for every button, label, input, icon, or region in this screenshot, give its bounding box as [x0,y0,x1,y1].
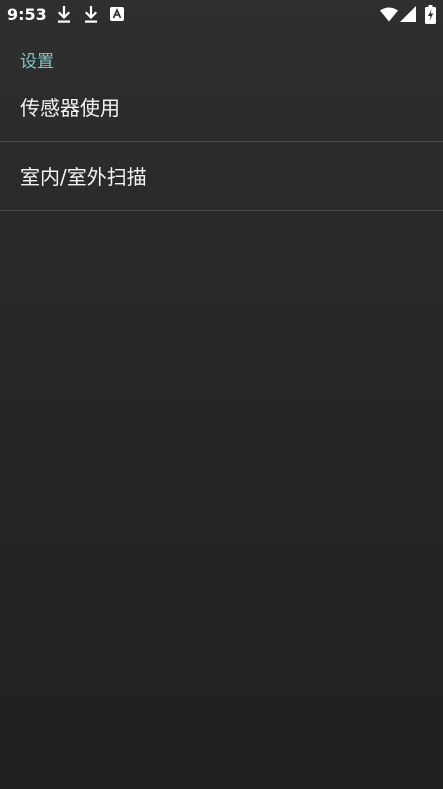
pref-item-sensor-usage[interactable]: 传感器使用 [0,74,443,142]
pref-item-label: 传感器使用 [20,96,120,120]
battery-charging-icon [425,5,436,24]
download-icon [57,6,71,23]
wifi-icon [380,7,398,22]
status-time: 9:53 [7,5,47,24]
a-icon [110,7,124,21]
signal-icon [400,6,416,22]
pref-item-label: 室内/室外扫描 [20,165,147,189]
settings-section-title: 设置 [20,52,54,72]
pref-item-indoor-outdoor-scan[interactable]: 室内/室外扫描 [0,142,443,211]
download-icon [84,6,98,23]
status-bar: 9:53 [0,0,443,30]
